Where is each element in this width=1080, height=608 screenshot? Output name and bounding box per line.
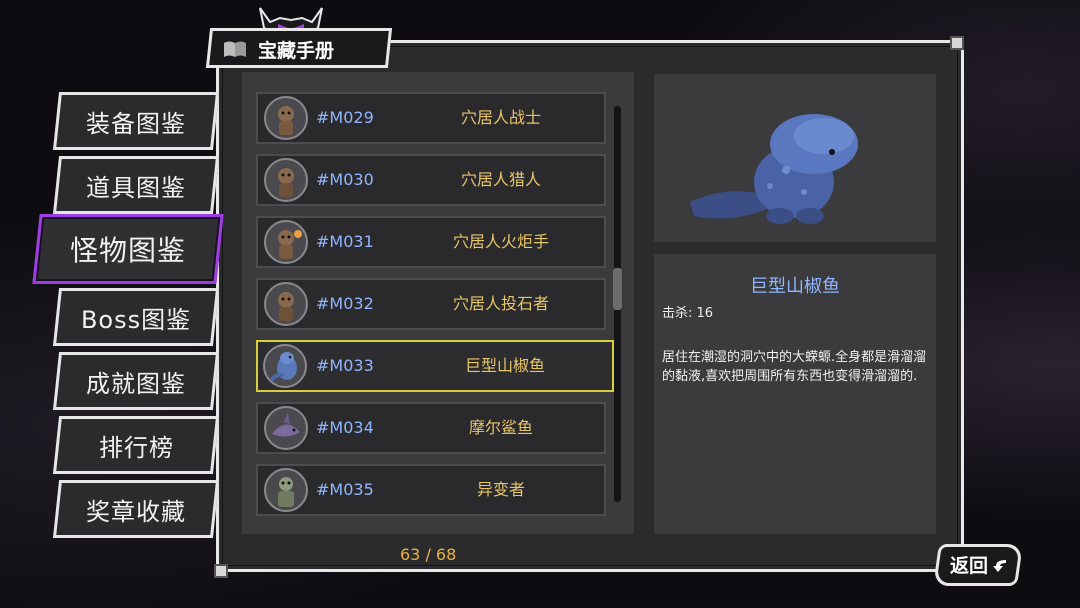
monster-code: #M035 — [316, 480, 374, 499]
monster-code: #M032 — [316, 294, 374, 313]
monster-name: 穴居人火炬手 — [452, 232, 549, 251]
caveman-slinger-avatar-icon — [264, 282, 308, 326]
monster-name: 穴居人猎人 — [460, 170, 541, 189]
menu-medal-collection[interactable]: 奖章收藏 — [52, 480, 220, 538]
monster-code: #M031 — [316, 232, 374, 251]
monster-detail-name: 巨型山椒鱼 — [750, 276, 840, 297]
salamander-avatar-icon — [263, 344, 307, 388]
caveman-hunter-avatar-icon — [264, 158, 308, 202]
caveman-avatar-icon — [264, 96, 308, 140]
monster-name: 异变者 — [476, 480, 525, 499]
monster-description: 居住在潮湿的洞穴中的大蝾螈.全身都是滑溜溜的黏液,喜欢把周围所有东西也变得滑溜溜… — [662, 350, 927, 384]
kill-count: 击杀: 16 — [662, 306, 714, 321]
monster-name: 巨型山椒鱼 — [464, 356, 545, 375]
menu-equipment-codex[interactable]: 装备图鉴 — [52, 92, 220, 150]
menu-leaderboard[interactable]: 排行榜 — [52, 416, 220, 474]
monster-row[interactable]: #M034 摩尔鲨鱼 — [256, 402, 606, 454]
title-bar: 宝藏手册 — [222, 34, 334, 64]
monster-detail-panel: 巨型山椒鱼 击杀: 16 居住在潮湿的洞穴中的大蝾螈.全身都是滑溜溜的黏液,喜欢… — [654, 254, 936, 534]
frame-corner-rivet — [214, 564, 228, 578]
menu-boss-codex[interactable]: Boss图鉴 — [52, 288, 220, 346]
mutant-avatar-icon — [264, 468, 308, 512]
monster-code: #M033 — [316, 356, 374, 375]
monster-row-selected[interactable]: #M033 巨型山椒鱼 — [256, 340, 614, 392]
menu-item-codex[interactable]: 道具图鉴 — [52, 156, 220, 214]
monster-row[interactable]: #M035 异变者 — [256, 464, 606, 516]
menu-monster-codex[interactable]: 怪物图鉴 — [32, 214, 224, 284]
frame-corner-rivet — [950, 36, 964, 50]
monster-portrait-panel — [654, 74, 936, 242]
monster-row[interactable]: #M032 穴居人投石者 — [256, 278, 606, 330]
caveman-torch-avatar-icon — [264, 220, 308, 264]
monster-code: #M034 — [316, 418, 374, 437]
monster-name: 穴居人投石者 — [452, 294, 549, 313]
monster-name: 穴居人战士 — [460, 108, 541, 127]
mole-shark-avatar-icon — [264, 406, 308, 450]
page-title: 宝藏手册 — [258, 39, 335, 62]
book-icon — [224, 41, 246, 57]
back-button-label: 返回 — [950, 555, 989, 577]
giant-salamander-illustration — [690, 114, 858, 224]
monster-code: #M029 — [316, 108, 374, 127]
menu-achievement-codex[interactable]: 成就图鉴 — [52, 352, 220, 410]
monster-code: #M030 — [316, 170, 374, 189]
monster-row[interactable]: #M031 穴居人火炬手 — [256, 216, 606, 268]
back-arrow-icon — [993, 560, 1006, 572]
back-button[interactable]: 返回 — [933, 544, 1023, 586]
monster-name: 摩尔鲨鱼 — [468, 418, 533, 437]
monster-row[interactable]: #M030 穴居人猎人 — [256, 154, 606, 206]
collection-counter: 63 / 68 — [400, 545, 457, 564]
monster-row[interactable]: #M029 穴居人战士 — [256, 92, 606, 144]
list-scrollbar-thumb[interactable] — [613, 268, 622, 310]
